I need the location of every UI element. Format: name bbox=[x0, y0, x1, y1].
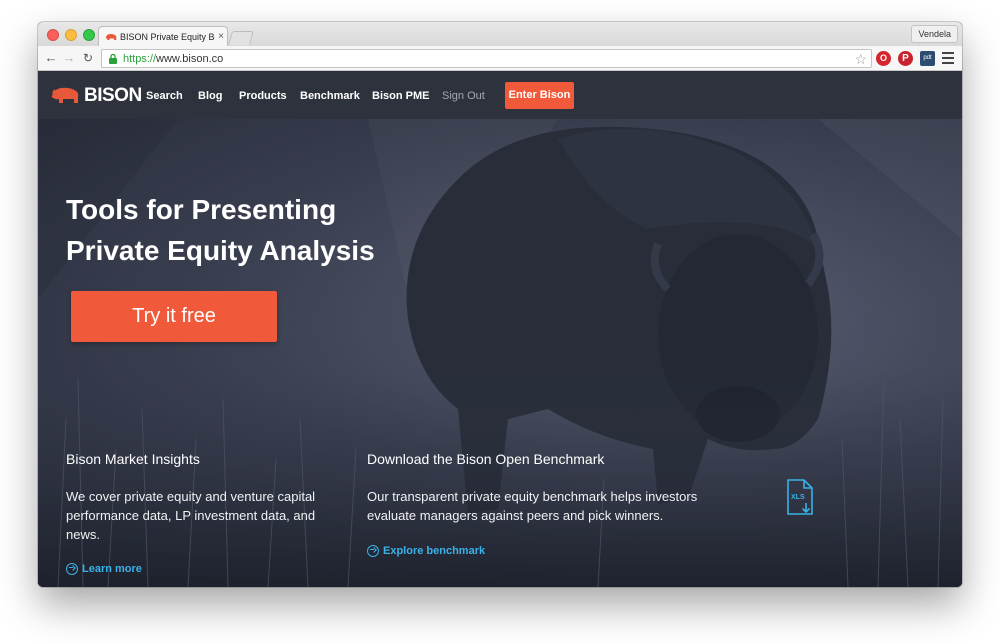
forward-icon[interactable]: → bbox=[62, 51, 76, 65]
logo-text: BISON bbox=[84, 85, 142, 106]
address-bar[interactable]: https:// www.bison.co ☆ bbox=[101, 49, 872, 68]
xls-label: XLS bbox=[791, 494, 805, 501]
menu-icon[interactable] bbox=[942, 52, 954, 64]
learn-more-link[interactable]: Learn more bbox=[66, 563, 142, 575]
arrow-right-circle-icon bbox=[367, 545, 379, 557]
url-host: www.bison.co bbox=[156, 52, 224, 65]
enter-bison-button[interactable]: Enter Bison bbox=[505, 82, 574, 109]
bison-favicon-icon bbox=[105, 33, 117, 40]
hero-section: Tools for Presenting Private Equity Anal… bbox=[38, 119, 962, 587]
hero-title: Tools for Presenting Private Equity Anal… bbox=[66, 189, 406, 271]
browser-toolbar: ← → ↻ https:// www.bison.co ☆ O P pdt bbox=[38, 46, 962, 71]
xls-download-icon[interactable]: XLS bbox=[786, 479, 814, 517]
try-it-free-button[interactable]: Try it free bbox=[71, 291, 277, 342]
bison-logo[interactable]: BISON bbox=[50, 85, 142, 107]
maximize-window-button[interactable] bbox=[83, 29, 95, 41]
nav-products[interactable]: Products bbox=[239, 90, 287, 102]
reload-icon[interactable]: ↻ bbox=[81, 51, 95, 65]
minimize-window-button[interactable] bbox=[65, 29, 77, 41]
benchmark-text: Our transparent private equity benchmark… bbox=[367, 489, 698, 523]
new-tab-button[interactable] bbox=[228, 31, 254, 45]
browser-tab[interactable]: BISON Private Equity Bench × bbox=[98, 26, 228, 46]
opera-extension-icon[interactable]: O bbox=[876, 51, 891, 66]
bookmark-star-icon[interactable]: ☆ bbox=[854, 51, 867, 68]
back-icon[interactable]: ← bbox=[44, 51, 58, 65]
nav-search[interactable]: Search bbox=[146, 90, 183, 102]
hero-title-line2: Private Equity Analysis bbox=[66, 235, 375, 266]
lock-icon bbox=[109, 53, 117, 64]
nav-benchmark[interactable]: Benchmark bbox=[300, 90, 360, 102]
site-header: BISON Search Blog Products Benchmark Bis… bbox=[38, 72, 962, 119]
explore-benchmark-link[interactable]: Explore benchmark bbox=[367, 545, 485, 557]
tab-strip: BISON Private Equity Bench × Vendela bbox=[38, 22, 962, 46]
arrow-right-circle-icon bbox=[66, 563, 78, 575]
pdt-extension-icon[interactable]: pdt bbox=[920, 51, 935, 66]
benchmark-title: Download the Bison Open Benchmark bbox=[367, 451, 605, 467]
insights-text: We cover private equity and venture capi… bbox=[66, 489, 316, 542]
learn-more-label: Learn more bbox=[82, 563, 142, 575]
hero-title-line1: Tools for Presenting bbox=[66, 194, 337, 225]
nav-blog[interactable]: Blog bbox=[198, 90, 222, 102]
tab-title: BISON Private Equity Bench bbox=[120, 31, 215, 42]
browser-window: BISON Private Equity Bench × Vendela ← →… bbox=[38, 22, 962, 587]
profile-button[interactable]: Vendela bbox=[911, 25, 958, 43]
bison-logo-icon bbox=[51, 87, 79, 103]
nav-sign-out[interactable]: Sign Out bbox=[442, 90, 485, 102]
tab-close-icon[interactable]: × bbox=[215, 31, 227, 42]
url-scheme: https:// bbox=[123, 52, 157, 65]
nav-bison-pme[interactable]: Bison PME bbox=[372, 90, 429, 102]
close-window-button[interactable] bbox=[47, 29, 59, 41]
pinterest-extension-icon[interactable]: P bbox=[898, 51, 913, 66]
insights-title: Bison Market Insights bbox=[66, 451, 200, 467]
explore-benchmark-label: Explore benchmark bbox=[383, 545, 486, 557]
